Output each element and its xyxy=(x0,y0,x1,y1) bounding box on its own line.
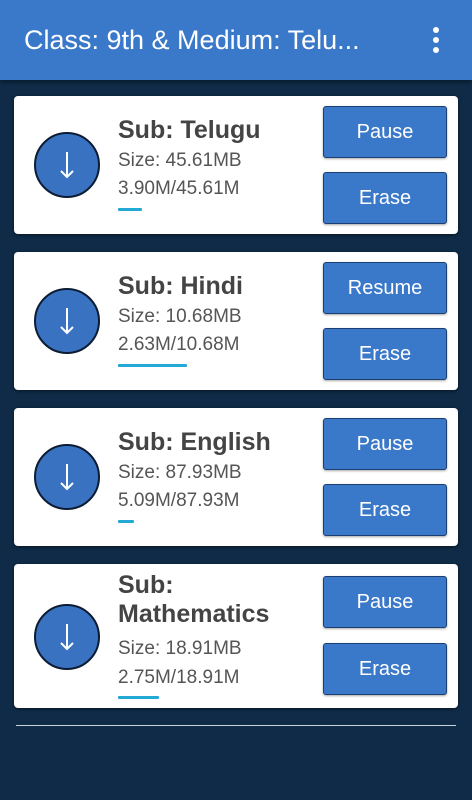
pause-button[interactable]: Pause xyxy=(323,106,447,158)
erase-button[interactable]: Erase xyxy=(323,484,447,536)
erase-button[interactable]: Erase xyxy=(323,328,447,380)
progress-bar-fill xyxy=(118,696,159,699)
app-bar: Class: 9th & Medium: Telu... xyxy=(0,0,472,80)
list-divider xyxy=(16,725,456,726)
progress-text: 5.09M/87.93M xyxy=(118,490,240,511)
download-card-mathematics: Sub: Mathematics Size: 18.91MB 2.75M/18.… xyxy=(14,564,458,708)
page-title: Class: 9th & Medium: Telu... xyxy=(24,25,360,55)
size-label: Size: 10.68MB xyxy=(118,306,242,327)
progress-bar xyxy=(118,520,258,523)
size-label: Size: 18.91MB xyxy=(118,638,242,659)
erase-button[interactable]: Erase xyxy=(323,643,447,695)
subject-label: Sub: Telugu xyxy=(118,116,261,144)
download-card-hindi: Sub: Hindi Size: 10.68MB 2.63M/10.68M Re… xyxy=(14,252,458,390)
pause-button[interactable]: Pause xyxy=(323,418,447,470)
resume-button[interactable]: Resume xyxy=(323,262,447,314)
progress-bar xyxy=(118,208,258,211)
subject-label: Sub: English xyxy=(118,428,271,456)
progress-bar-fill xyxy=(118,520,134,523)
progress-text: 2.75M/18.91M xyxy=(118,667,240,688)
progress-bar-fill xyxy=(118,208,142,211)
more-vert-icon[interactable] xyxy=(420,22,452,58)
download-arrow-icon[interactable] xyxy=(34,604,100,670)
download-arrow-icon[interactable] xyxy=(34,444,100,510)
progress-bar xyxy=(118,364,258,367)
progress-bar xyxy=(118,696,258,699)
download-arrow-icon[interactable] xyxy=(34,132,100,198)
download-arrow-icon[interactable] xyxy=(34,288,100,354)
download-card-telugu: Sub: Telugu Size: 45.61MB 3.90M/45.61M P… xyxy=(14,96,458,234)
subject-label: Sub: Mathematics xyxy=(118,571,270,628)
erase-button[interactable]: Erase xyxy=(323,172,447,224)
download-card-english: Sub: English Size: 87.93MB 5.09M/87.93M … xyxy=(14,408,458,546)
size-label: Size: 87.93MB xyxy=(118,462,242,483)
progress-text: 2.63M/10.68M xyxy=(118,334,240,355)
progress-text: 3.90M/45.61M xyxy=(118,178,240,199)
progress-bar-fill xyxy=(118,364,187,367)
size-label: Size: 45.61MB xyxy=(118,150,242,171)
pause-button[interactable]: Pause xyxy=(323,576,447,628)
subject-label: Sub: Hindi xyxy=(118,272,243,300)
